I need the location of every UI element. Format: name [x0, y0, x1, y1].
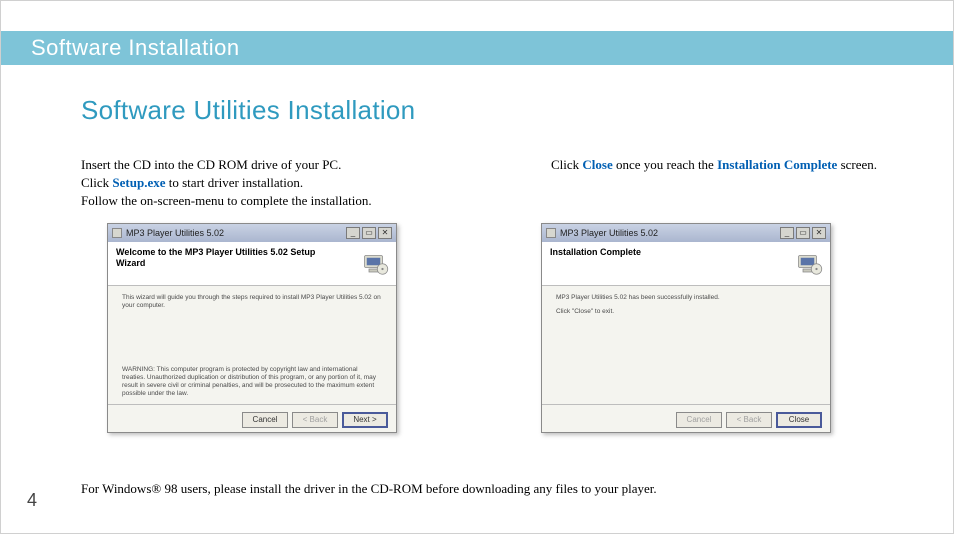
wizard-header-title: Welcome to the MP3 Player Utilities 5.02… [116, 247, 336, 269]
instruction-line: Click Close once you reach the Installat… [551, 156, 911, 174]
instruction-line: Insert the CD into the CD ROM drive of y… [81, 156, 441, 174]
back-button[interactable]: < Back [292, 412, 338, 428]
window-title: MP3 Player Utilities 5.02 [560, 228, 658, 238]
installation-complete-label: Installation Complete [717, 157, 837, 172]
setup-exe-label: Setup.exe [112, 175, 165, 190]
wizard-footer: Cancel < Back Close [542, 404, 830, 434]
text: once you reach the [613, 157, 717, 172]
section-banner-title: Software Installation [31, 35, 240, 61]
titlebar[interactable]: MP3 Player Utilities 5.02 _ ▭ ✕ [108, 224, 396, 242]
wizard-body: MP3 Player Utilities 5.02 has been succe… [542, 286, 830, 404]
next-button[interactable]: Next > [342, 412, 388, 428]
wizard-footer: Cancel < Back Next > [108, 404, 396, 434]
text: Click [81, 175, 112, 190]
maximize-button[interactable]: ▭ [362, 227, 376, 239]
maximize-button[interactable]: ▭ [796, 227, 810, 239]
back-button[interactable]: < Back [726, 412, 772, 428]
cancel-button[interactable]: Cancel [242, 412, 288, 428]
instructions-right: Click Close once you reach the Installat… [551, 156, 911, 174]
footnote: For Windows® 98 users, please install th… [81, 481, 657, 497]
instruction-line: Follow the on-screen-menu to complete th… [81, 192, 441, 210]
close-label: Close [582, 157, 612, 172]
wizard-body-text: Click "Close" to exit. [556, 308, 816, 316]
wizard-warning-text: WARNING: This computer program is protec… [122, 366, 382, 399]
page-title: Software Utilities Installation [81, 95, 415, 126]
close-window-button[interactable]: ✕ [378, 227, 392, 239]
text: screen. [837, 157, 877, 172]
page-number: 4 [27, 490, 37, 511]
close-button[interactable]: Close [776, 412, 822, 428]
text: to start driver installation. [166, 175, 304, 190]
wizard-body: This wizard will guide you through the s… [108, 286, 396, 404]
app-icon [546, 228, 556, 238]
section-banner: Software Installation [1, 31, 953, 65]
wizard-header-title: Installation Complete [550, 247, 770, 258]
minimize-button[interactable]: _ [346, 227, 360, 239]
installer-window-welcome: MP3 Player Utilities 5.02 _ ▭ ✕ Welcome … [107, 223, 397, 433]
wizard-header: Installation Complete [542, 242, 830, 286]
installer-icon [794, 248, 824, 278]
app-icon [112, 228, 122, 238]
window-title: MP3 Player Utilities 5.02 [126, 228, 224, 238]
installer-icon [360, 248, 390, 278]
minimize-button[interactable]: _ [780, 227, 794, 239]
instruction-line: Click Setup.exe to start driver installa… [81, 174, 441, 192]
wizard-body-text: This wizard will guide you through the s… [122, 294, 382, 310]
titlebar[interactable]: MP3 Player Utilities 5.02 _ ▭ ✕ [542, 224, 830, 242]
cancel-button[interactable]: Cancel [676, 412, 722, 428]
instructions-left: Insert the CD into the CD ROM drive of y… [81, 156, 441, 211]
close-window-button[interactable]: ✕ [812, 227, 826, 239]
wizard-body-text: MP3 Player Utilities 5.02 has been succe… [556, 294, 816, 302]
text: Click [551, 157, 582, 172]
installer-window-complete: MP3 Player Utilities 5.02 _ ▭ ✕ Installa… [541, 223, 831, 433]
wizard-header: Welcome to the MP3 Player Utilities 5.02… [108, 242, 396, 286]
